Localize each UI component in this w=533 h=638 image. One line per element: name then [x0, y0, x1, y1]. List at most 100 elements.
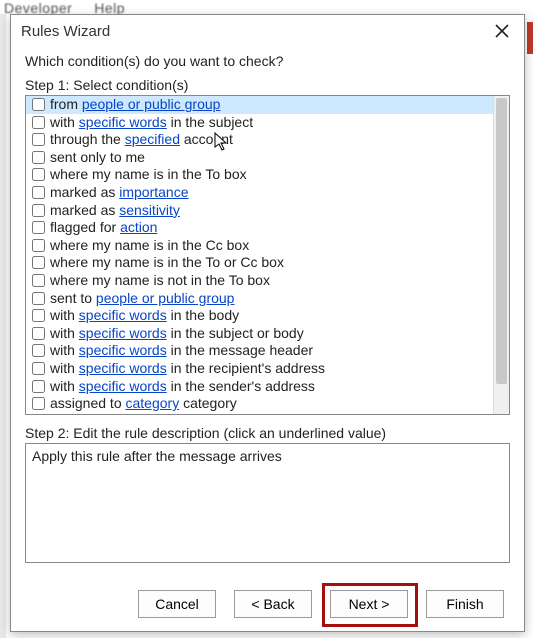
condition-link[interactable]: specific words	[79, 307, 167, 323]
condition-row[interactable]: where my name is in the To box	[26, 166, 493, 184]
next-button[interactable]: Next >	[330, 590, 408, 618]
condition-link[interactable]: specific words	[79, 342, 167, 358]
condition-text: where my name is in the To box	[50, 166, 247, 184]
finish-button[interactable]: Finish	[426, 590, 504, 618]
condition-text-fragment: with	[50, 325, 79, 341]
dialog-title: Rules Wizard	[21, 23, 110, 40]
condition-text-fragment: from	[50, 96, 82, 112]
condition-checkbox[interactable]	[32, 204, 45, 217]
condition-text: where my name is in the To or Cc box	[50, 254, 284, 272]
condition-row[interactable]: where my name is in the To or Cc box	[26, 254, 493, 272]
background-red-edge	[527, 22, 533, 54]
rule-description-box[interactable]: Apply this rule after the message arrive…	[25, 443, 510, 563]
condition-link[interactable]: sensitivity	[119, 202, 180, 218]
condition-checkbox[interactable]	[32, 168, 45, 181]
condition-link[interactable]: people or public group	[96, 290, 235, 306]
condition-link[interactable]: action	[120, 219, 157, 235]
condition-checkbox[interactable]	[32, 292, 45, 305]
condition-link[interactable]: specific words	[79, 378, 167, 394]
condition-link[interactable]: specified	[125, 131, 180, 147]
condition-row[interactable]: sent to people or public group	[26, 290, 493, 308]
condition-text: with specific words in the recipient's a…	[50, 360, 325, 378]
conditions-list-viewport[interactable]: from people or public groupwith specific…	[26, 96, 493, 414]
condition-link[interactable]: people or public group	[82, 96, 221, 112]
condition-text: marked as sensitivity	[50, 202, 180, 220]
condition-text-fragment: where my name is not in the To box	[50, 272, 270, 288]
condition-text: with specific words in the subject or bo…	[50, 325, 304, 343]
condition-text-fragment: marked as	[50, 202, 119, 218]
condition-text-fragment: in the sender's address	[167, 378, 315, 394]
step1-label: Step 1: Select condition(s)	[25, 77, 510, 93]
condition-text-fragment: marked as	[50, 184, 119, 200]
condition-row[interactable]: from people or public group	[26, 96, 493, 114]
condition-checkbox[interactable]	[32, 239, 45, 252]
condition-row[interactable]: sent only to me	[26, 149, 493, 167]
step2-label: Step 2: Edit the rule description (click…	[25, 425, 510, 441]
condition-link[interactable]: specific words	[79, 325, 167, 341]
condition-checkbox[interactable]	[32, 397, 45, 410]
back-button[interactable]: < Back	[234, 590, 312, 618]
rules-wizard-dialog: Rules Wizard Which condition(s) do you w…	[10, 14, 525, 632]
condition-row[interactable]: through the specified account	[26, 131, 493, 149]
condition-checkbox[interactable]	[32, 309, 45, 322]
wizard-button-row: Cancel < Back Next > Finish	[11, 577, 524, 631]
condition-checkbox[interactable]	[32, 116, 45, 129]
condition-text-fragment: category	[179, 395, 237, 411]
condition-checkbox[interactable]	[32, 362, 45, 375]
condition-row[interactable]: flagged for action	[26, 219, 493, 237]
condition-text-fragment: with	[50, 360, 79, 376]
condition-text: marked as importance	[50, 184, 189, 202]
condition-text-fragment: with	[50, 342, 79, 358]
condition-checkbox[interactable]	[32, 186, 45, 199]
cancel-button[interactable]: Cancel	[138, 590, 216, 618]
condition-row[interactable]: where my name is not in the To box	[26, 272, 493, 290]
condition-row[interactable]: where my name is in the Cc box	[26, 237, 493, 255]
titlebar: Rules Wizard	[11, 15, 524, 47]
condition-checkbox[interactable]	[32, 256, 45, 269]
condition-checkbox[interactable]	[32, 380, 45, 393]
condition-text: flagged for action	[50, 219, 157, 237]
condition-text: where my name is not in the To box	[50, 272, 270, 290]
condition-checkbox[interactable]	[32, 221, 45, 234]
condition-row[interactable]: with specific words in the body	[26, 307, 493, 325]
condition-link[interactable]: specific words	[79, 114, 167, 130]
rule-description-text: Apply this rule after the message arrive…	[32, 448, 282, 464]
condition-text-fragment: with	[50, 114, 79, 130]
condition-row[interactable]: with specific words in the message heade…	[26, 342, 493, 360]
condition-checkbox[interactable]	[32, 327, 45, 340]
condition-text: assigned to category category	[50, 395, 237, 413]
condition-checkbox[interactable]	[32, 274, 45, 287]
scrollbar-thumb[interactable]	[496, 98, 507, 384]
condition-text-fragment: sent only to me	[50, 149, 145, 165]
condition-checkbox[interactable]	[32, 344, 45, 357]
background-left-strip	[0, 14, 6, 638]
condition-text: sent only to me	[50, 149, 145, 167]
condition-checkbox[interactable]	[32, 133, 45, 146]
condition-row[interactable]: assigned to category category	[26, 395, 493, 413]
condition-row[interactable]: with specific words in the subject or bo…	[26, 325, 493, 343]
condition-text: from people or public group	[50, 96, 220, 114]
conditions-scrollbar[interactable]	[493, 96, 509, 414]
condition-text-fragment: where my name is in the Cc box	[50, 237, 249, 253]
close-button[interactable]	[486, 19, 518, 43]
condition-link[interactable]: importance	[119, 184, 188, 200]
close-icon	[495, 24, 509, 38]
condition-text-fragment: sent to	[50, 290, 96, 306]
condition-link[interactable]: category	[126, 395, 180, 411]
condition-text-fragment: through the	[50, 131, 125, 147]
condition-checkbox[interactable]	[32, 98, 45, 111]
condition-text-fragment: in the body	[167, 307, 239, 323]
condition-text-fragment: where my name is in the To box	[50, 166, 247, 182]
condition-text-fragment: flagged for	[50, 219, 120, 235]
condition-link[interactable]: specific words	[79, 360, 167, 376]
condition-row[interactable]: marked as importance	[26, 184, 493, 202]
condition-text: with specific words in the body	[50, 307, 239, 325]
condition-text: where my name is in the Cc box	[50, 237, 249, 255]
condition-row[interactable]: with specific words in the sender's addr…	[26, 378, 493, 396]
condition-row[interactable]: with specific words in the subject	[26, 114, 493, 132]
condition-text-fragment: in the subject or body	[167, 325, 304, 341]
condition-checkbox[interactable]	[32, 151, 45, 164]
condition-text-fragment: in the recipient's address	[167, 360, 325, 376]
condition-row[interactable]: with specific words in the recipient's a…	[26, 360, 493, 378]
condition-row[interactable]: marked as sensitivity	[26, 202, 493, 220]
